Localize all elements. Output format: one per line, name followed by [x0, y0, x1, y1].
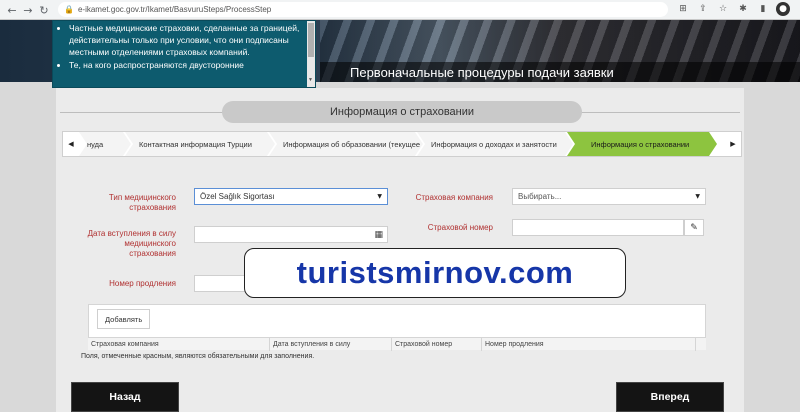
scroll-down-icon[interactable]: ▼ [308, 74, 313, 86]
watermark: turistsmirnov.com [244, 248, 626, 298]
browser-toolbar: ← → ↻ 🔒 e-ikamet.goc.gov.tr/Ikamet/Basvu… [0, 0, 800, 20]
extensions-icon[interactable]: ✱ [736, 2, 750, 16]
steps-prev-icon[interactable]: ◀ [63, 132, 79, 156]
star-icon[interactable]: ☆ [716, 2, 730, 16]
banner-caption: Первоначальные процедуры подачи заявки [320, 62, 800, 82]
wizard-steps: ◀ нуда Контактная информация Турции Инфо… [62, 131, 742, 157]
step-item[interactable]: Контактная информация Турции [125, 132, 275, 156]
renewal-label: Номер продления [109, 279, 176, 288]
step-item[interactable]: Информация об образовании (текущее [269, 132, 423, 156]
column-header: Номер продления [482, 338, 696, 351]
info-notice-box: Частные медицинские страховки, сделанные… [52, 20, 316, 88]
info-item: Те, на кого распространяются двусторонни… [69, 59, 301, 71]
reload-icon[interactable]: ↻ [36, 2, 52, 18]
column-header: Страховая компания [88, 338, 270, 351]
url-text: e-ikamet.goc.gov.tr/Ikamet/BasvuruSteps/… [77, 5, 272, 14]
edit-pencil-icon[interactable]: ✎ [684, 219, 704, 236]
column-header: Страховой номер [392, 338, 482, 351]
company-label: Страховая компания [415, 193, 493, 202]
policy-number-label: Страховой номер [427, 223, 493, 232]
share-icon[interactable]: ⇪ [696, 2, 710, 16]
insurance-type-label: Тип медицинского страхования [108, 193, 176, 212]
add-button[interactable]: Добавлять [97, 309, 151, 329]
forward-arrow-icon[interactable]: → [20, 2, 36, 18]
lock-icon: 🔒 [64, 5, 74, 14]
company-select[interactable]: Выбирать... ▼ [512, 188, 706, 205]
info-item: Частные медицинские страховки, сделанные… [69, 22, 301, 58]
next-button[interactable]: Вперед [616, 382, 724, 412]
step-item[interactable]: нуда [79, 132, 131, 156]
table-header: Страховая компания Дата вступления в сил… [88, 337, 706, 351]
start-date-input[interactable]: ▦ [194, 226, 388, 243]
column-header: Дата вступления в силу [270, 338, 392, 351]
section-title: Информация о страховании [222, 101, 582, 123]
translate-icon[interactable]: ⊞ [676, 2, 690, 16]
steps-next-icon[interactable]: ▶ [725, 132, 741, 156]
step-item-active[interactable]: Информация о страховании [567, 132, 717, 156]
profile-avatar-icon[interactable]: ● [776, 2, 790, 16]
back-button[interactable]: Назад [71, 382, 179, 412]
required-fields-note: Поля, отмеченные красным, являются обяза… [81, 353, 315, 360]
back-arrow-icon[interactable]: ← [4, 2, 20, 18]
insurance-type-select[interactable]: Özel Sağlık Sigortası ▼ [194, 188, 388, 205]
info-scrollbar[interactable]: ▼ [307, 21, 315, 87]
policy-number-input[interactable] [512, 219, 684, 236]
scrollbar-thumb[interactable] [308, 23, 314, 57]
dropdown-caret-icon: ▼ [377, 193, 382, 200]
sidebar-icon[interactable]: ▮ [756, 2, 770, 16]
calendar-icon[interactable]: ▦ [374, 230, 383, 240]
start-date-label: Дата вступления в силу медицинского стра… [87, 229, 176, 258]
step-item[interactable]: Информация о доходах и занятости [417, 132, 573, 156]
dropdown-caret-icon: ▼ [695, 193, 700, 200]
address-bar[interactable]: 🔒 e-ikamet.goc.gov.tr/Ikamet/BasvuruStep… [58, 2, 668, 17]
